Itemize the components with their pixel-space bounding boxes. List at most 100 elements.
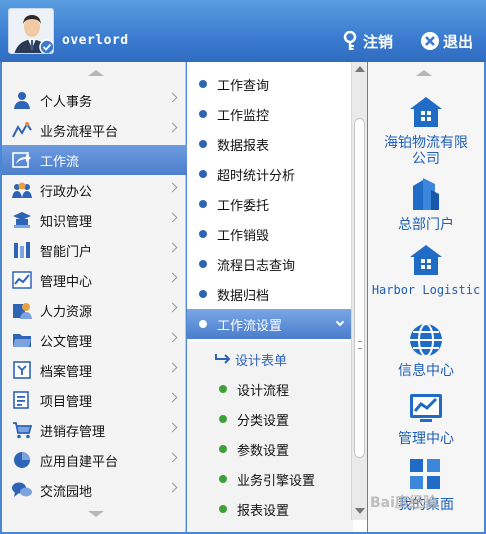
- quick-link-label: 总部门户: [398, 217, 454, 233]
- sub-nav-item[interactable]: 流程日志查询: [187, 249, 353, 279]
- sub-sub-nav-item[interactable]: 设计表单: [187, 344, 353, 374]
- nav-item[interactable]: 个人事务: [2, 85, 186, 115]
- nav-item[interactable]: 档案管理: [2, 355, 186, 385]
- bullet-icon: [199, 230, 207, 238]
- sub-nav-item[interactable]: 工作监控: [187, 99, 353, 129]
- chevron-right-icon: [167, 392, 178, 403]
- nav-item-label: 管理中心: [40, 274, 93, 290]
- sub-nav: 工作查询工作监控 数据报表超时统计分析工作委托工作销毁流程日志查询 数据归档工作流设…: [187, 62, 367, 532]
- green-dot-icon: [219, 445, 227, 453]
- sub-nav-item[interactable]: 工作委托: [187, 189, 353, 219]
- workflow-arrow-icon: [11, 149, 33, 171]
- sub-sub-nav-item[interactable]: 业务引擎设置: [187, 464, 353, 494]
- nav-item-label: 人力资源: [40, 304, 93, 320]
- chevron-right-icon: [167, 272, 178, 283]
- nav-item[interactable]: 人力资源: [2, 295, 186, 325]
- home-icon: [406, 240, 446, 280]
- logout-label: 注销: [363, 32, 394, 51]
- nav-item-label: 进销存管理: [40, 424, 106, 440]
- quick-links-scroll-up-button[interactable]: [416, 70, 432, 76]
- nav-item[interactable]: 项目管理: [2, 385, 186, 415]
- nav-item[interactable]: 工作流: [2, 145, 198, 175]
- quick-link-tile[interactable]: 总部门户: [368, 174, 484, 233]
- flow-icon: [11, 119, 33, 141]
- bullet-icon: [199, 320, 207, 328]
- nav-scroll-up-button[interactable]: [88, 70, 104, 76]
- chevron-right-icon: [167, 122, 178, 133]
- nav-item[interactable]: 应用自建平台: [2, 445, 186, 475]
- nav-item[interactable]: 智能门户: [2, 235, 186, 265]
- sub-nav-item[interactable]: 工作销毁: [187, 219, 353, 249]
- quick-link-label: Harbor Logistic: [371, 283, 481, 297]
- sub-nav-item[interactable]: 工作查询: [187, 69, 353, 99]
- avatar[interactable]: [8, 8, 54, 54]
- chart-icon: [11, 269, 33, 291]
- nav-item[interactable]: 公文管理: [2, 325, 186, 355]
- logout-button[interactable]: 注销: [340, 30, 393, 52]
- chevron-right-icon: [167, 242, 178, 253]
- chevron-right-icon: [167, 92, 178, 103]
- exit-button[interactable]: 退出: [420, 30, 473, 52]
- sub-nav-item-label: 工作销毁: [217, 228, 270, 244]
- globe-icon: [406, 320, 446, 360]
- grip-icon: [358, 341, 362, 349]
- nav-item[interactable]: 行政办公: [2, 175, 186, 205]
- sub-sub-nav-item-label: 设计表单: [235, 353, 288, 369]
- portal-icon: [11, 239, 33, 261]
- nav-scroll-down-button[interactable]: [88, 511, 104, 517]
- green-dot-icon: [219, 385, 227, 393]
- sub-sub-nav-item[interactable]: 分类设置: [187, 404, 353, 434]
- nav-item-label: 工作流: [40, 154, 80, 170]
- quick-link-tile[interactable]: 海铂物流有限公司: [368, 92, 484, 167]
- bullet-icon: [199, 290, 207, 298]
- quick-link-tile[interactable]: Harbor Logistic: [368, 240, 484, 298]
- quick-links: 海铂物流有限公司 总部门户 Harbor Logistic 信息中心 管理中心 我的桌面: [368, 62, 484, 532]
- scroll-up-arrow-icon[interactable]: [355, 66, 365, 72]
- nav-item-label: 智能门户: [40, 244, 93, 260]
- chevron-right-icon: [167, 182, 178, 193]
- nav-item-label: 行政办公: [40, 184, 93, 200]
- sub-nav-item[interactable]: 数据报表: [187, 129, 353, 159]
- exit-label: 退出: [443, 32, 474, 51]
- username: overlord: [62, 33, 129, 48]
- nav-item[interactable]: 交流园地: [2, 475, 186, 505]
- nav-item[interactable]: 管理中心: [2, 265, 186, 295]
- arrow-right-icon: [215, 353, 231, 365]
- nav-item-label: 交流园地: [40, 484, 93, 500]
- nav-item-label: 业务流程平台: [40, 124, 119, 140]
- sub-sub-nav-item-label: 参数设置: [237, 443, 290, 459]
- green-dot-icon: [219, 415, 227, 423]
- sub-nav-item[interactable]: 超时统计分析: [187, 159, 353, 189]
- sub-sub-nav-item[interactable]: 报表设置: [187, 494, 353, 524]
- sub-sub-nav: 设计表单设计流程 分类设置参数设置业务引擎设置 报表设置: [187, 342, 353, 532]
- archive-icon: [11, 359, 33, 381]
- nav-item[interactable]: 业务流程平台: [2, 115, 186, 145]
- nav-item[interactable]: 知识管理: [2, 205, 186, 235]
- project-icon: [11, 389, 33, 411]
- bullet-icon: [199, 80, 207, 88]
- quick-link-tile[interactable]: 信息中心: [368, 320, 484, 379]
- green-dot-icon: [219, 475, 227, 483]
- sub-nav-item-label: 数据归档: [217, 288, 270, 304]
- scroll-down-arrow-icon[interactable]: [355, 508, 365, 514]
- sub-nav-item[interactable]: 工作流设置: [187, 309, 353, 339]
- nav-item[interactable]: 进销存管理: [2, 415, 186, 445]
- knowledge-icon: [11, 209, 33, 231]
- sub-nav-item-label: 超时统计分析: [217, 168, 296, 184]
- chevron-right-icon: [167, 302, 178, 313]
- sub-nav-scrollbar[interactable]: [351, 62, 367, 520]
- sub-sub-nav-item[interactable]: 参数设置: [187, 434, 353, 464]
- bullet-icon: [199, 110, 207, 118]
- quick-link-label: 海铂物流有限公司: [384, 135, 468, 167]
- sub-nav-item-label: 工作查询: [217, 78, 270, 94]
- sub-nav-item-label: 工作流设置: [217, 318, 283, 334]
- nav-item-label: 公文管理: [40, 334, 93, 350]
- sub-nav-item[interactable]: 数据归档: [187, 279, 353, 309]
- bullet-icon: [199, 170, 207, 178]
- sub-nav-item-label: 流程日志查询: [217, 258, 296, 274]
- chevron-right-icon: [167, 452, 178, 463]
- key-icon: [340, 31, 360, 51]
- scrollbar-thumb[interactable]: [354, 118, 365, 458]
- sub-sub-nav-item[interactable]: 设计流程: [187, 374, 353, 404]
- quick-link-tile[interactable]: 管理中心: [368, 388, 484, 447]
